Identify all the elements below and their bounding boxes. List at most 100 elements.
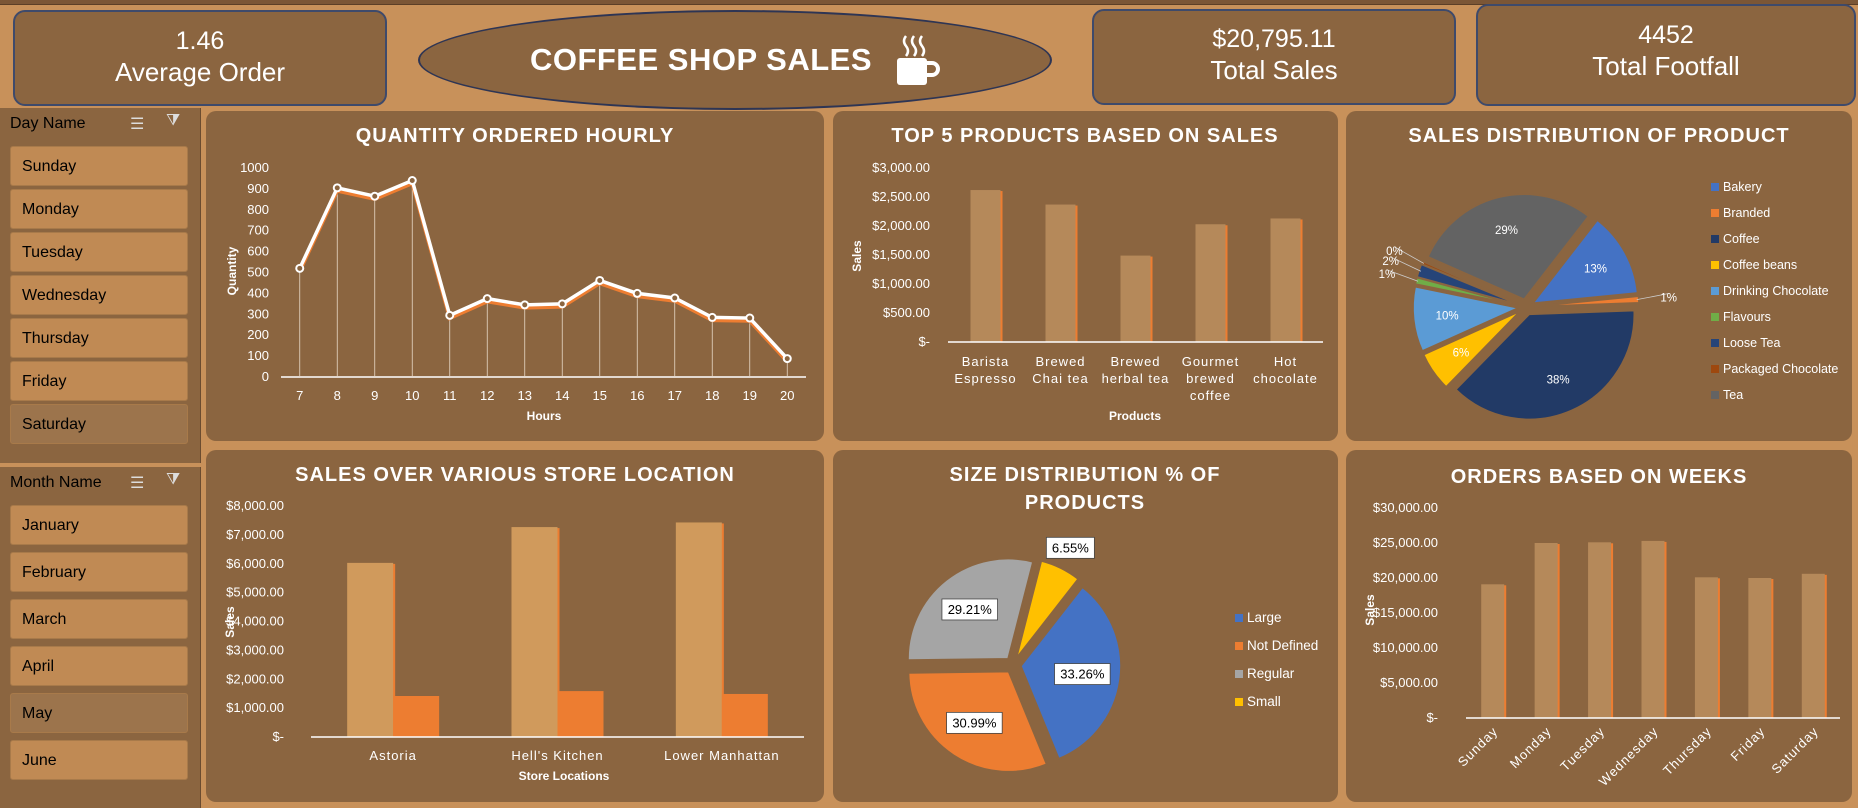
y-tick-label: 0 xyxy=(262,369,269,384)
y-tick-label: $2,000.00 xyxy=(872,218,930,233)
slicer-item-thursday[interactable]: Thursday xyxy=(10,318,188,358)
average-order-value: 1.46 xyxy=(175,27,225,55)
hourly-quantity-chart: QUANTITY ORDERED HOURLY 0 100 200 300 400 500 6… xyxy=(206,111,824,441)
data-label: 10% xyxy=(1436,311,1459,323)
y-tick-label: 800 xyxy=(247,202,269,217)
clear-filter-icon[interactable]: ⧩ xyxy=(166,112,180,130)
legend-swatch xyxy=(1711,365,1719,373)
y-axis-label: Quantity xyxy=(225,246,239,295)
data-point xyxy=(445,310,455,320)
legend-swatch xyxy=(1711,209,1719,217)
legend-swatch xyxy=(1711,261,1719,269)
slicer-title: Day Name xyxy=(10,115,86,132)
legend-label: Packaged Chocolate xyxy=(1723,362,1838,376)
multi-select-icon[interactable]: ☰ xyxy=(130,473,144,493)
x-axis-label: Hours xyxy=(527,409,562,423)
y-tick-label: $15,000.00 xyxy=(1373,605,1438,620)
data-label: 33.26% xyxy=(1060,667,1105,682)
y-axis-label: Sales xyxy=(1363,594,1377,626)
chart-title: SALES DISTRIBUTION OF PRODUCT xyxy=(1408,125,1789,147)
x-tick-label: Saturday xyxy=(1768,724,1821,777)
x-tick-label: 8 xyxy=(334,388,341,403)
y-tick-label: 700 xyxy=(247,223,269,238)
bar xyxy=(1045,204,1076,342)
slicer-item-tuesday[interactable]: Tuesday xyxy=(10,232,188,272)
slicer-item-may[interactable]: May xyxy=(10,693,188,733)
chart-title: QUANTITY ORDERED HOURLY xyxy=(356,125,675,147)
x-tick-label: Thursday xyxy=(1660,724,1715,779)
data-point xyxy=(632,288,642,298)
x-tick-label: Brewed xyxy=(1035,354,1085,369)
bar xyxy=(1588,542,1612,718)
month-name-slicer: Month Name ☰ ⧩ January February March Ap… xyxy=(0,467,201,808)
weekly-orders-chart: ORDERS BASED ON WEEKS $- $5,000.00 $10,000.… xyxy=(1346,450,1852,802)
chart-title: SIZE DISTRIBUTION % OF xyxy=(950,464,1221,486)
chart-title: PRODUCTS xyxy=(1025,492,1145,514)
x-tick-label: Brewed xyxy=(1110,354,1160,369)
y-tick-label: $2,500.00 xyxy=(872,189,930,204)
legend-label: Loose Tea xyxy=(1723,336,1781,350)
y-tick-label: $3,000.00 xyxy=(226,642,284,657)
y-tick-label: $6,000.00 xyxy=(226,556,284,571)
bar xyxy=(970,190,1001,342)
x-tick-label: 14 xyxy=(555,388,569,403)
slicer-item-sunday[interactable]: Sunday xyxy=(10,146,188,186)
bar xyxy=(1481,584,1505,718)
legend-swatch xyxy=(1235,670,1243,678)
x-tick-label: Hell's Kitchen xyxy=(511,748,603,763)
data-point xyxy=(407,176,417,186)
data-point xyxy=(707,312,717,322)
x-tick-label: 12 xyxy=(480,388,494,403)
legend-label: Coffee beans xyxy=(1723,258,1797,272)
slicer-item-april[interactable]: April xyxy=(10,646,188,686)
bar xyxy=(1270,218,1301,342)
y-tick-label: $2,000.00 xyxy=(226,671,284,686)
legend-swatch xyxy=(1711,339,1719,347)
legend-swatch xyxy=(1711,391,1719,399)
slicer-item-wednesday[interactable]: Wednesday xyxy=(10,275,188,315)
y-axis-label: Sales xyxy=(223,606,237,638)
y-tick-label: $1,000.00 xyxy=(226,700,284,715)
bar xyxy=(721,693,768,737)
slicer-item-saturday[interactable]: Saturday xyxy=(10,404,188,444)
slicer-item-june[interactable]: June xyxy=(10,740,188,780)
legend-label: Regular xyxy=(1247,666,1295,681)
clear-filter-icon[interactable]: ⧩ xyxy=(166,471,180,489)
data-point xyxy=(295,263,305,273)
slicer-header: Month Name ☰ ⧩ xyxy=(0,467,200,499)
y-tick-label: 900 xyxy=(247,181,269,196)
slicer-item-monday[interactable]: Monday xyxy=(10,189,188,229)
y-tick-label: $20,000.00 xyxy=(1373,570,1438,585)
x-tick-label: 13 xyxy=(518,388,532,403)
bar xyxy=(393,695,440,737)
bar xyxy=(1801,573,1825,718)
coffee-cup-icon xyxy=(897,35,941,85)
y-tick-label: 500 xyxy=(247,265,269,280)
legend-swatch xyxy=(1235,698,1243,706)
y-tick-label: 600 xyxy=(247,244,269,259)
data-label: 29% xyxy=(1495,225,1518,237)
x-tick-label: 16 xyxy=(630,388,644,403)
y-tick-label: 100 xyxy=(247,348,269,363)
legend-label: Drinking Chocolate xyxy=(1723,284,1829,298)
legend-label: Small xyxy=(1247,694,1281,709)
series-line xyxy=(298,178,789,360)
data-label: 29.21% xyxy=(948,602,993,617)
slicer-item-january[interactable]: January xyxy=(10,505,188,545)
slicer-item-friday[interactable]: Friday xyxy=(10,361,188,401)
data-point xyxy=(370,191,380,201)
y-tick-label: $25,000.00 xyxy=(1373,535,1438,550)
x-tick-label: herbal tea xyxy=(1102,371,1170,386)
series-line-shadow xyxy=(298,181,789,363)
total-sales-label: Total Sales xyxy=(1210,55,1338,85)
multi-select-icon[interactable]: ☰ xyxy=(130,114,144,134)
chart-title: TOP 5 PRODUCTS BASED ON SALES xyxy=(891,125,1278,147)
store-location-chart: SALES OVER VARIOUS STORE LOCATION $- $1,00… xyxy=(206,450,824,802)
data-label: 0% xyxy=(1386,246,1403,258)
legend-label: Not Defined xyxy=(1247,638,1318,653)
slicer-item-march[interactable]: March xyxy=(10,599,188,639)
y-tick-label: $5,000.00 xyxy=(226,585,284,600)
slicer-item-february[interactable]: February xyxy=(10,552,188,592)
total-footfall-value: 4452 xyxy=(1638,21,1694,49)
pie-slice xyxy=(1454,309,1635,421)
